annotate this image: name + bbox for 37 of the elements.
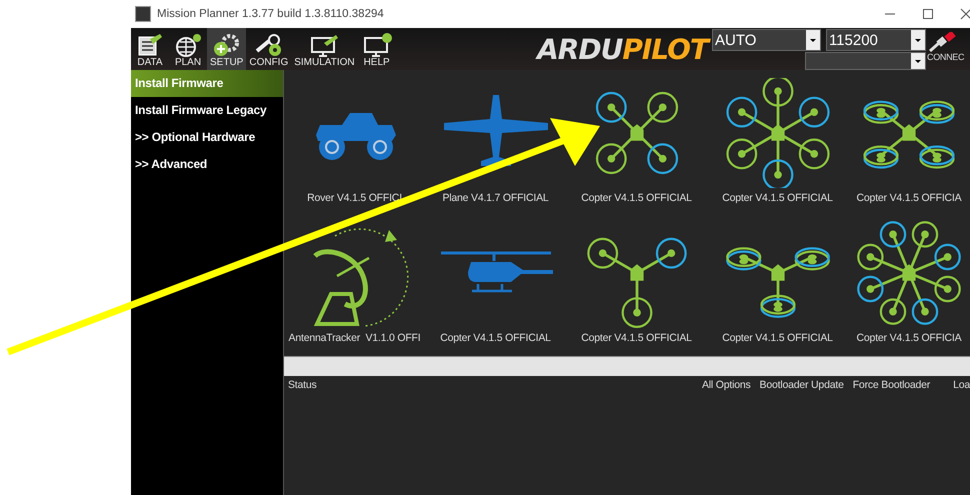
sidebar-item[interactable]: Install Firmware: [131, 70, 283, 97]
toolbar-button[interactable]: SETUP: [207, 28, 246, 70]
monitor-icon: [308, 33, 340, 57]
logo: ARDUPILOT: [537, 32, 708, 66]
connect-button[interactable]: CONNEC: [926, 28, 970, 70]
sidebar-item[interactable]: Install Firmware Legacy: [131, 97, 283, 124]
sidebar-item[interactable]: >> Optional Hardware: [131, 124, 283, 151]
port-dropdown[interactable]: [805, 52, 926, 70]
window-title: Mission Planner 1.3.77 build 1.3.8110.38294: [157, 8, 384, 20]
sidebar-item[interactable]: >> Advanced: [131, 151, 283, 178]
firmware-tile[interactable]: Plane V4.1.7 OFFICIAL: [425, 74, 566, 214]
toolbar-button[interactable]: DATA: [131, 28, 169, 70]
status-action-link[interactable]: All Options: [702, 379, 751, 391]
firmware-tile[interactable]: Copter V4.1.5 OFFICIAL: [707, 74, 848, 214]
close-icon[interactable]: [960, 8, 970, 20]
multirotor-icon: [854, 218, 964, 328]
firmware-tile[interactable]: Copter V4.1.5 OFFICIAL: [707, 214, 848, 355]
status-action-link[interactable]: Force Bootloader: [852, 379, 930, 391]
firmware-tile[interactable]: Copter V4.1.5 OFFICIAL: [425, 214, 566, 355]
toolbar-button[interactable]: CONFIG: [246, 28, 292, 70]
mode-dropdown[interactable]: AUTO: [712, 29, 821, 51]
toolbar-button[interactable]: PLAN: [169, 28, 207, 70]
firmware-tile[interactable]: Copter V4.1.5 OFFICIA: [848, 74, 970, 214]
firmware-tile[interactable]: Copter V4.1.5 OFFICIA: [848, 214, 970, 355]
app-icon: [135, 6, 151, 22]
baud-dropdown[interactable]: 115200: [826, 29, 926, 51]
status-action-link[interactable]: Bootloader Update: [760, 379, 844, 391]
firmware-tile[interactable]: Copter V4.1.5 OFFICIAL: [566, 214, 707, 355]
status-action-link[interactable]: Loa: [953, 379, 970, 391]
status-label: Status: [288, 379, 317, 391]
plug-icon: [927, 32, 957, 52]
toolbar-button[interactable]: SIMULATION: [291, 28, 358, 70]
toolbar-button[interactable]: HELP: [358, 28, 396, 70]
firmware-tile[interactable]: Copter V4.1.5 OFFICIAL: [566, 74, 707, 214]
firmware-tile[interactable]: AntennaTracker V1.1.0 OFFI: [284, 214, 425, 355]
maximize-icon[interactable]: [922, 8, 934, 20]
firmware-tile[interactable]: Rover V4.1.5 OFFICI: [284, 74, 425, 214]
